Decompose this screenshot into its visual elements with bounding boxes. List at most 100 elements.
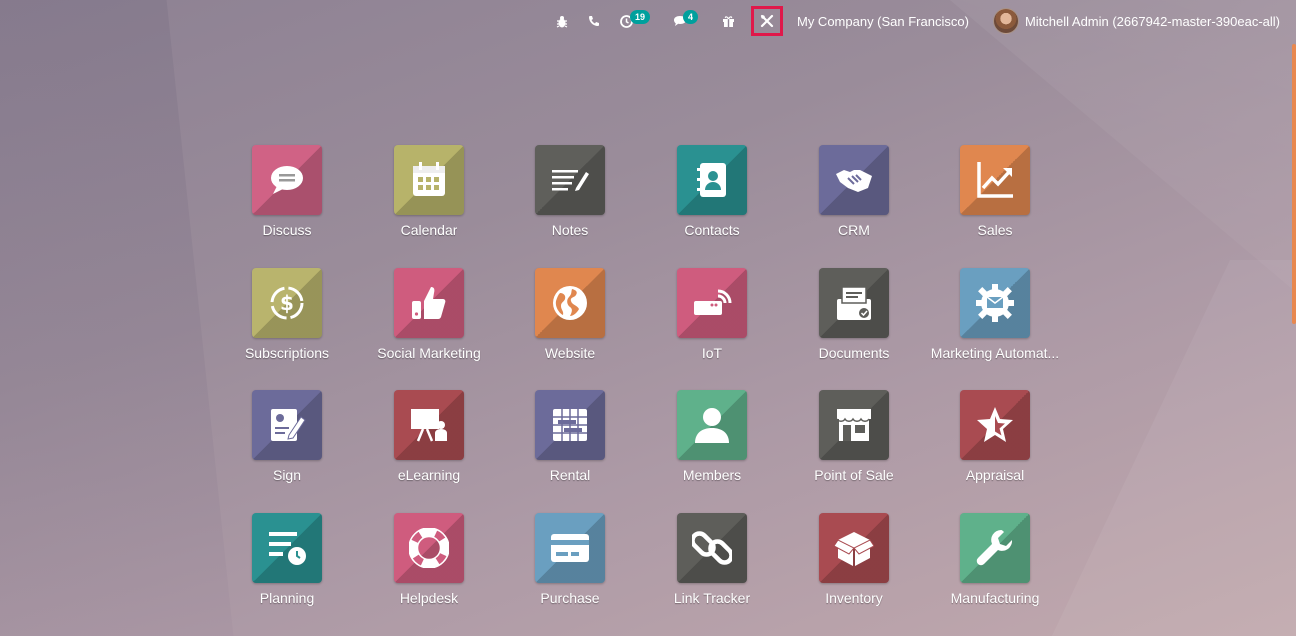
handshake-icon — [836, 170, 872, 192]
app-tile[interactable] — [960, 145, 1030, 215]
gear-mail-icon — [976, 284, 1014, 322]
app-manufacturing[interactable]: Manufacturing — [925, 513, 1065, 623]
app-tile[interactable] — [535, 268, 605, 338]
iot-device-icon — [694, 289, 732, 315]
app-tile[interactable] — [677, 268, 747, 338]
chat-bubble-icon — [271, 166, 303, 194]
gift-icon[interactable] — [712, 0, 745, 42]
app-label: Rental — [549, 467, 591, 483]
planning-icon — [269, 532, 306, 565]
app-social-marketing[interactable]: Social Marketing — [359, 268, 499, 378]
app-label: Notes — [551, 222, 589, 238]
app-label: IoT — [701, 345, 723, 361]
user-menu[interactable]: Mitchell Admin (2667942-master-390eac-al… — [983, 0, 1280, 42]
app-tile[interactable] — [252, 513, 322, 583]
phone-icon[interactable] — [578, 0, 610, 42]
app-members[interactable]: Members — [642, 390, 782, 500]
app-label: CRM — [838, 222, 870, 238]
messages-count-badge: 4 — [682, 10, 698, 24]
contacts-book-icon — [697, 163, 726, 197]
wrench-icon — [976, 530, 1013, 566]
app-label: Social Marketing — [377, 345, 481, 361]
app-rental[interactable]: Rental — [500, 390, 640, 500]
app-label: Manufacturing — [950, 590, 1040, 606]
debug-bug-icon[interactable] — [546, 0, 578, 42]
app-tile[interactable] — [819, 390, 889, 460]
app-label: eLearning — [397, 467, 461, 483]
svg-text:$: $ — [280, 291, 294, 315]
app-label: Contacts — [684, 222, 740, 238]
app-tile[interactable] — [960, 390, 1030, 460]
app-label: Subscriptions — [244, 345, 330, 361]
app-tile[interactable] — [252, 145, 322, 215]
app-appraisal[interactable]: Appraisal — [925, 390, 1065, 500]
calendar-icon — [413, 162, 445, 196]
app-notes[interactable]: Notes — [500, 145, 640, 255]
app-helpdesk[interactable]: Helpdesk — [359, 513, 499, 623]
app-discuss[interactable]: Discuss — [217, 145, 357, 255]
app-subscriptions[interactable]: $ Subscriptions — [217, 268, 357, 378]
app-link-tracker[interactable]: Link Tracker — [642, 513, 782, 623]
user-name: Mitchell Admin (2667942-master-390eac-al… — [1024, 13, 1280, 29]
app-tile[interactable] — [394, 390, 464, 460]
activity-count-badge: 19 — [629, 10, 650, 24]
app-label: Helpdesk — [399, 590, 459, 606]
app-tile[interactable] — [819, 513, 889, 583]
app-tile[interactable] — [677, 513, 747, 583]
app-tile[interactable] — [252, 390, 322, 460]
chain-link-icon — [692, 531, 732, 565]
app-tile[interactable] — [819, 268, 889, 338]
app-tile[interactable] — [535, 390, 605, 460]
store-icon — [836, 409, 871, 441]
app-label: Point of Sale — [814, 467, 894, 483]
app-sign[interactable]: Sign — [217, 390, 357, 500]
app-tile[interactable]: $ — [252, 268, 322, 338]
app-marketing-automat[interactable]: Marketing Automat... — [925, 268, 1065, 378]
app-documents[interactable]: Documents — [784, 268, 924, 378]
app-iot[interactable]: IoT — [642, 268, 782, 378]
box-icon — [834, 532, 874, 566]
app-inventory[interactable]: Inventory — [784, 513, 924, 623]
app-tile[interactable] — [819, 145, 889, 215]
company-switcher[interactable]: My Company (San Francisco) — [789, 0, 983, 42]
app-label: Website — [544, 345, 596, 361]
globe-icon — [553, 286, 587, 320]
app-label: Members — [682, 467, 742, 483]
avatar — [992, 8, 1019, 34]
app-tile[interactable] — [535, 145, 605, 215]
app-tile[interactable] — [677, 145, 747, 215]
app-tile[interactable] — [960, 268, 1030, 338]
activity-clock-button[interactable]: 19 — [610, 0, 663, 42]
app-point-of-sale[interactable]: Point of Sale — [784, 390, 924, 500]
app-website[interactable]: Website — [500, 268, 640, 378]
app-label: Purchase — [540, 590, 600, 606]
app-sales[interactable]: Sales — [925, 145, 1065, 255]
app-tile[interactable] — [394, 268, 464, 338]
app-tile[interactable] — [394, 513, 464, 583]
app-label: Sales — [977, 222, 1013, 238]
notes-icon — [552, 170, 589, 191]
app-crm[interactable]: CRM — [784, 145, 924, 255]
thumbs-up-icon — [412, 287, 446, 319]
rental-calendar-icon — [553, 409, 587, 441]
lifebuoy-icon — [409, 528, 449, 568]
app-contacts[interactable]: Contacts — [642, 145, 782, 255]
app-label: Calendar — [400, 222, 458, 238]
app-purchase[interactable]: Purchase — [500, 513, 640, 623]
app-tile[interactable] — [394, 145, 464, 215]
app-label: Sign — [272, 467, 302, 483]
recurring-dollar-icon: $ — [270, 286, 304, 320]
settings-tools-button[interactable] — [750, 6, 783, 36]
app-calendar[interactable]: Calendar — [359, 145, 499, 255]
app-tile[interactable] — [535, 513, 605, 583]
app-elearning[interactable]: eLearning — [359, 390, 499, 500]
person-icon — [695, 408, 729, 443]
app-label: Appraisal — [965, 467, 1025, 483]
messages-button[interactable]: 4 — [663, 0, 712, 42]
scrollbar[interactable] — [1292, 44, 1296, 324]
app-tile[interactable] — [960, 513, 1030, 583]
tools-icon — [760, 14, 774, 28]
app-tile[interactable] — [677, 390, 747, 460]
trend-chart-icon — [977, 162, 1013, 198]
app-planning[interactable]: Planning — [217, 513, 357, 623]
